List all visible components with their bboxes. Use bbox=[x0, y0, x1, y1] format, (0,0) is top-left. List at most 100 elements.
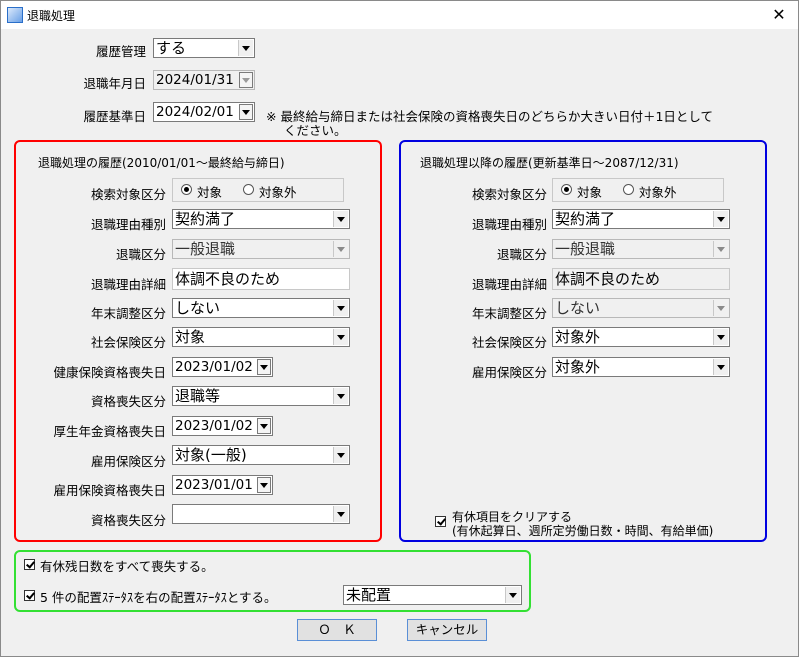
chevron-down-icon[interactable] bbox=[333, 241, 348, 257]
haichi-status-checkbox[interactable] bbox=[24, 590, 35, 601]
right-group-title: 退職処理以降の履歴(更新基準日～2087/12/31) bbox=[420, 156, 679, 170]
right-riyu-shosai-label: 退職理由詳細 bbox=[471, 277, 547, 292]
right-koyo-hoken-select[interactable]: 対象外 bbox=[552, 357, 730, 377]
left-riyu-shosai-value: 体調不良のため bbox=[175, 270, 281, 288]
chevron-down-icon[interactable] bbox=[333, 300, 348, 316]
left-koyo-soshitsu-value: 2023/01/01 bbox=[175, 477, 253, 493]
chevron-down-icon[interactable] bbox=[333, 506, 348, 522]
left-koyo-soshitsu-label: 雇用保険資格喪失日 bbox=[53, 483, 166, 498]
right-nenmatsu-label: 年末調整区分 bbox=[471, 306, 547, 321]
chevron-down-icon[interactable] bbox=[333, 211, 348, 227]
left-kenko-soshitsu-picker[interactable]: 2023/01/02 bbox=[172, 357, 273, 377]
chevron-down-icon[interactable] bbox=[505, 587, 520, 603]
right-riyu-shubetsu-value: 契約満了 bbox=[555, 210, 616, 228]
left-shakai-hoken-value: 対象 bbox=[175, 328, 206, 346]
left-kensaku-radio-taishogai[interactable] bbox=[243, 184, 254, 195]
left-taishoku-kubun-select[interactable]: 一般退職 bbox=[172, 239, 350, 259]
right-taishoku-kubun-select[interactable]: 一般退職 bbox=[552, 239, 730, 259]
yukyu-clear-checkbox[interactable] bbox=[435, 516, 446, 527]
rireki-kijun-value: 2024/02/01 bbox=[156, 104, 234, 120]
right-kensaku-radio-taishogai-label[interactable]: 対象外 bbox=[639, 182, 677, 201]
haichi-status-value: 未配置 bbox=[346, 586, 392, 604]
left-riyu-shubetsu-value: 契約満了 bbox=[175, 210, 236, 228]
app-icon bbox=[7, 7, 23, 23]
calendar-dropdown-icon[interactable] bbox=[257, 477, 271, 493]
right-kensaku-radio-taisho[interactable] bbox=[561, 184, 572, 195]
chevron-down-icon[interactable] bbox=[713, 329, 728, 345]
right-shakai-hoken-select[interactable]: 対象外 bbox=[552, 327, 730, 347]
right-taishoku-kubun-value: 一般退職 bbox=[555, 240, 616, 258]
calendar-dropdown-icon[interactable] bbox=[239, 72, 253, 88]
taishoku-date-picker[interactable]: 2024/01/31 bbox=[153, 70, 255, 90]
left-kenko-soshitsu-value: 2023/01/02 bbox=[175, 359, 253, 375]
right-koyo-hoken-value: 対象外 bbox=[555, 358, 601, 376]
left-kosei-soshitsu-label: 厚生年金資格喪失日 bbox=[53, 424, 166, 439]
chevron-down-icon[interactable] bbox=[333, 388, 348, 404]
left-taishoku-kubun-value: 一般退職 bbox=[175, 240, 236, 258]
left-kensaku-radio-taisho[interactable] bbox=[181, 184, 192, 195]
left-riyu-shosai-label: 退職理由詳細 bbox=[90, 277, 166, 292]
left-shakai-hoken-label: 社会保険区分 bbox=[90, 335, 166, 350]
chevron-down-icon[interactable] bbox=[713, 359, 728, 375]
left-koyo-hoken-value: 対象(一般) bbox=[175, 446, 247, 464]
calendar-dropdown-icon[interactable] bbox=[257, 359, 271, 375]
chevron-down-icon[interactable] bbox=[333, 329, 348, 345]
left-soshitsu-kubun-select[interactable]: 退職等 bbox=[172, 386, 350, 406]
left-nenmatsu-select[interactable]: しない bbox=[172, 298, 350, 318]
left-koyo-soshitsu-picker[interactable]: 2023/01/01 bbox=[172, 475, 273, 495]
right-koyo-hoken-label: 雇用保険区分 bbox=[471, 365, 547, 380]
left-riyu-shubetsu-label: 退職理由種別 bbox=[90, 217, 166, 232]
left-nenmatsu-value: しない bbox=[175, 299, 221, 317]
chevron-down-icon[interactable] bbox=[238, 40, 253, 56]
right-kensaku-label: 検索対象区分 bbox=[471, 187, 547, 202]
chevron-down-icon[interactable] bbox=[713, 211, 728, 227]
close-icon[interactable]: ✕ bbox=[761, 1, 797, 29]
yukyu-clear-sublabel: (有休起算日、週所定労働日数・時間、有給単価) bbox=[452, 524, 714, 538]
rireki-kanri-select[interactable]: する bbox=[153, 38, 255, 58]
yukyu-soshitsu-label[interactable]: 有休残日数をすべて喪失する。 bbox=[40, 556, 214, 575]
rireki-kanri-value: する bbox=[156, 39, 187, 57]
chevron-down-icon[interactable] bbox=[713, 241, 728, 257]
right-taishoku-kubun-label: 退職区分 bbox=[496, 247, 547, 262]
left-shikaku-kubun-select[interactable] bbox=[172, 504, 350, 524]
left-kenko-soshitsu-label: 健康保険資格喪失日 bbox=[53, 365, 166, 380]
left-riyu-shosai-input[interactable]: 体調不良のため bbox=[172, 268, 350, 290]
right-nenmatsu-value: しない bbox=[555, 299, 601, 317]
right-kensaku-radio-taishogai[interactable] bbox=[623, 184, 634, 195]
right-riyu-shosai-input[interactable]: 体調不良のため bbox=[552, 268, 730, 290]
left-shakai-hoken-select[interactable]: 対象 bbox=[172, 327, 350, 347]
left-riyu-shubetsu-select[interactable]: 契約満了 bbox=[172, 209, 350, 229]
left-soshitsu-kubun-label: 資格喪失区分 bbox=[90, 394, 166, 409]
right-kensaku-radio-group: 対象 対象外 bbox=[552, 178, 724, 202]
haichi-status-label[interactable]: 5 件の配置ｽﾃｰﾀｽを右の配置ｽﾃｰﾀｽとする。 bbox=[40, 587, 277, 606]
left-koyo-hoken-select[interactable]: 対象(一般) bbox=[172, 445, 350, 465]
right-shakai-hoken-label: 社会保険区分 bbox=[471, 335, 547, 350]
yukyu-soshitsu-checkbox[interactable] bbox=[24, 559, 35, 570]
window-title: 退職処理 bbox=[27, 9, 76, 23]
right-kensaku-radio-taisho-label[interactable]: 対象 bbox=[577, 182, 602, 201]
chevron-down-icon[interactable] bbox=[713, 300, 728, 316]
calendar-dropdown-icon[interactable] bbox=[239, 104, 253, 120]
left-kensaku-radio-group: 対象 対象外 bbox=[172, 178, 344, 202]
left-kensaku-radio-taisho-label[interactable]: 対象 bbox=[197, 182, 222, 201]
left-kosei-soshitsu-picker[interactable]: 2023/01/02 bbox=[172, 416, 273, 436]
haichi-status-select[interactable]: 未配置 bbox=[343, 585, 522, 605]
left-group-title: 退職処理の履歴(2010/01/01～最終給与締日) bbox=[38, 156, 285, 170]
right-shakai-hoken-value: 対象外 bbox=[555, 328, 601, 346]
chevron-down-icon[interactable] bbox=[333, 447, 348, 463]
left-nenmatsu-label: 年末調整区分 bbox=[90, 306, 166, 321]
calendar-dropdown-icon[interactable] bbox=[257, 418, 271, 434]
cancel-button[interactable]: キャンセル bbox=[407, 619, 487, 641]
right-riyu-shosai-value: 体調不良のため bbox=[555, 270, 661, 288]
rireki-kanri-label: 履歴管理 bbox=[95, 44, 146, 59]
taishoku-date-value: 2024/01/31 bbox=[156, 72, 234, 88]
left-kensaku-radio-taishogai-label[interactable]: 対象外 bbox=[259, 182, 297, 201]
kijun-note-line2: ください。 bbox=[284, 123, 347, 138]
right-nenmatsu-select[interactable]: しない bbox=[552, 298, 730, 318]
left-soshitsu-kubun-value: 退職等 bbox=[175, 387, 221, 405]
left-shikaku-kubun-label: 資格喪失区分 bbox=[90, 513, 166, 528]
ok-button[interactable]: Ｏ Ｋ bbox=[297, 619, 377, 641]
left-taishoku-kubun-label: 退職区分 bbox=[115, 247, 166, 262]
right-riyu-shubetsu-select[interactable]: 契約満了 bbox=[552, 209, 730, 229]
rireki-kijun-picker[interactable]: 2024/02/01 bbox=[153, 102, 255, 122]
